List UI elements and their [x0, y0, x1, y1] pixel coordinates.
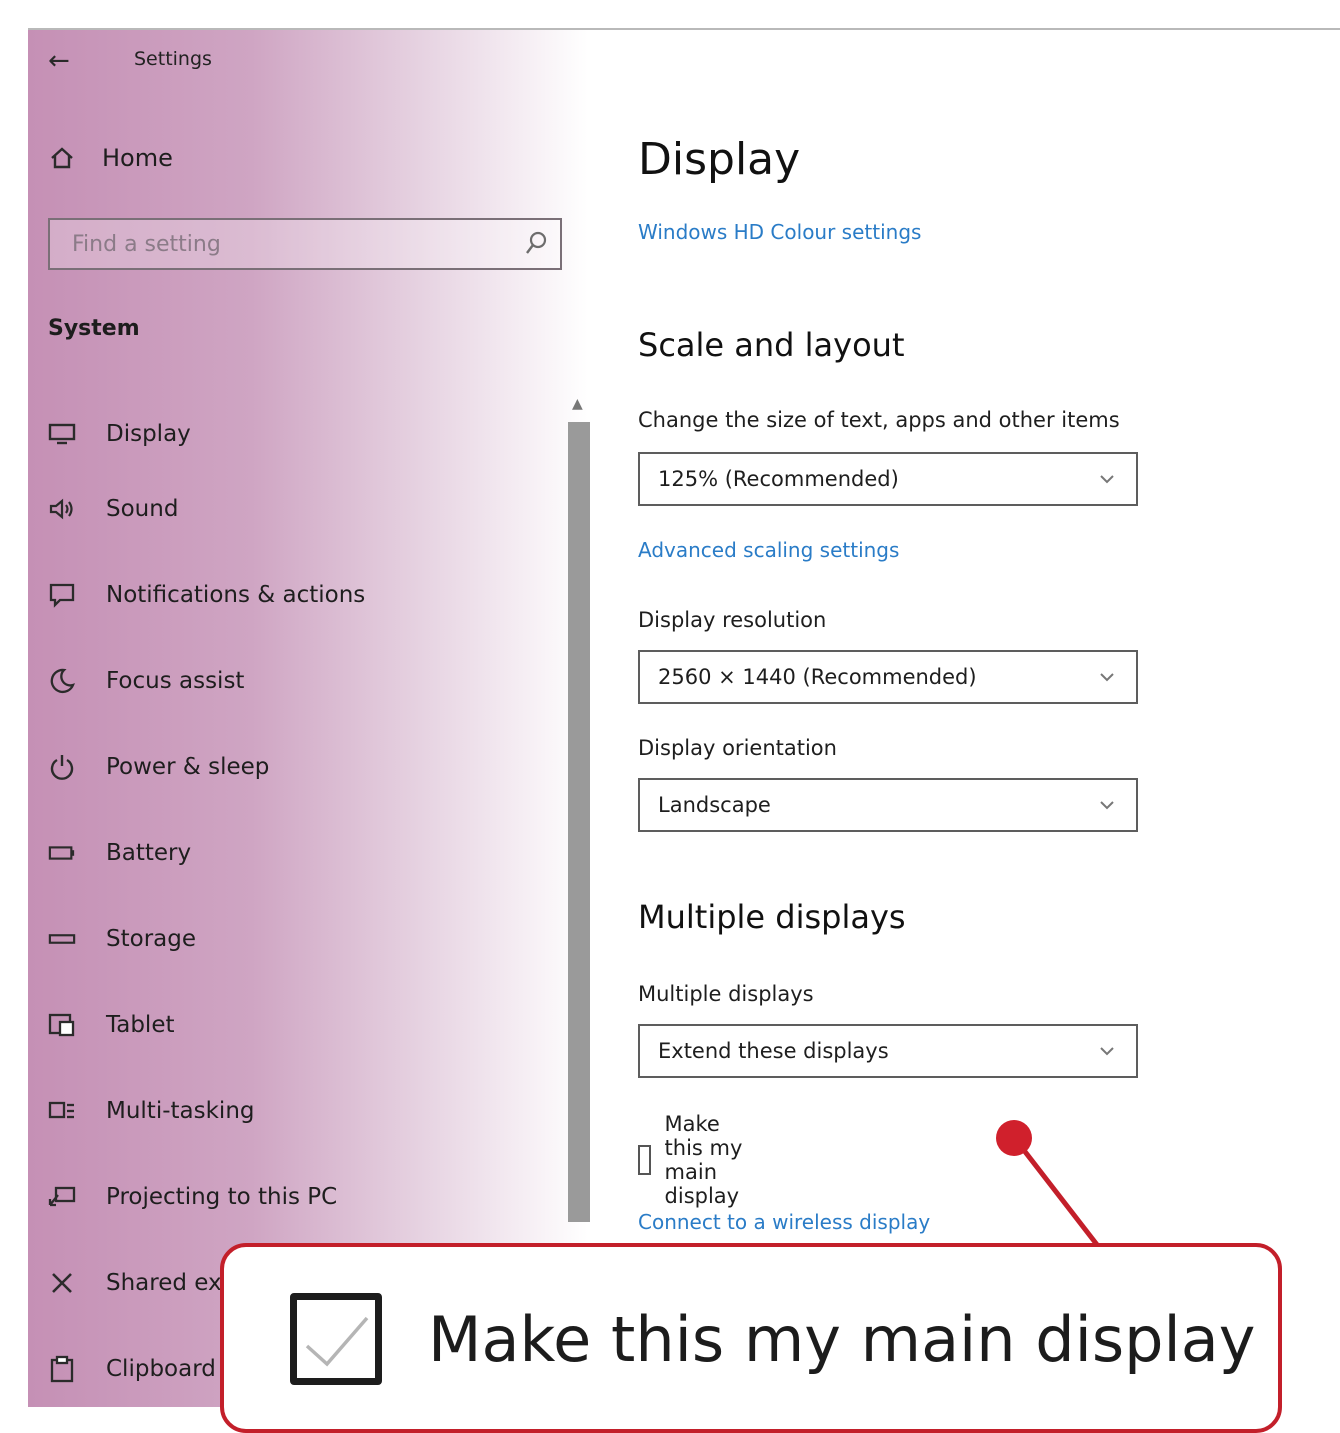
resolution-dropdown-value: 2560 × 1440 (Recommended) — [658, 665, 977, 689]
main-display-checkbox-label: Make this my main display — [664, 1112, 743, 1208]
search-placeholder: Find a setting — [72, 232, 221, 257]
orientation-label: Display orientation — [638, 736, 837, 760]
moon-icon — [48, 667, 76, 695]
sidebar-item-display[interactable]: Display — [48, 402, 365, 466]
sidebar-item-power-sleep[interactable]: Power & sleep — [48, 724, 365, 810]
home-icon — [48, 145, 76, 171]
sidebar-item-label: Projecting to this PC — [106, 1184, 338, 1210]
tablet-icon — [48, 1012, 76, 1038]
multitasking-icon — [48, 1099, 76, 1123]
callout-checkbox — [290, 1293, 382, 1385]
sidebar-item-home[interactable]: Home — [48, 144, 173, 172]
search-input[interactable]: Find a setting — [48, 218, 562, 270]
chevron-down-icon — [1096, 1040, 1118, 1066]
sidebar-scrollbar[interactable] — [568, 422, 590, 1222]
speaker-icon — [48, 497, 76, 521]
sidebar-item-battery[interactable]: Battery — [48, 810, 365, 896]
projecting-icon — [48, 1185, 76, 1209]
main-display-checkbox[interactable] — [638, 1145, 651, 1175]
sidebar: ← Settings Home Find a setting System Di… — [28, 30, 590, 1407]
power-icon — [48, 753, 76, 781]
sidebar-item-label: Storage — [106, 926, 196, 952]
hd-colour-settings-link[interactable]: Windows HD Colour settings — [638, 220, 921, 244]
sidebar-item-sound[interactable]: Sound — [48, 466, 365, 552]
sidebar-item-label: Sound — [106, 496, 179, 522]
resolution-label: Display resolution — [638, 608, 827, 632]
sidebar-item-label: Power & sleep — [106, 754, 270, 780]
sidebar-item-projecting[interactable]: Projecting to this PC — [48, 1154, 365, 1240]
sidebar-item-multitasking[interactable]: Multi-tasking — [48, 1068, 365, 1154]
callout-text: Make this my main display — [428, 1303, 1256, 1376]
sidebar-item-label: Battery — [106, 840, 192, 866]
sidebar-item-label: Multi-tasking — [106, 1098, 255, 1124]
scale-label: Change the size of text, apps and other … — [638, 408, 1120, 432]
multiple-displays-dropdown-value: Extend these displays — [658, 1039, 889, 1063]
shared-icon — [48, 1270, 76, 1296]
main-display-checkbox-row[interactable]: Make this my main display — [638, 1112, 757, 1208]
sidebar-item-label: Shared ex — [106, 1270, 222, 1296]
checkmark-icon — [305, 1316, 369, 1367]
storage-icon — [48, 932, 76, 946]
sidebar-item-label: Display — [106, 421, 191, 447]
scale-dropdown[interactable]: 125% (Recommended) — [638, 452, 1138, 506]
orientation-dropdown-value: Landscape — [658, 793, 771, 817]
chevron-down-icon — [1096, 794, 1118, 820]
search-icon[interactable] — [524, 230, 548, 262]
sidebar-item-storage[interactable]: Storage — [48, 896, 365, 982]
sidebar-item-tablet[interactable]: Tablet — [48, 982, 365, 1068]
monitor-icon — [48, 422, 76, 446]
scale-layout-heading: Scale and layout — [638, 326, 905, 364]
sidebar-item-label: Notifications & actions — [106, 582, 366, 608]
sidebar-item-label: Clipboard — [106, 1356, 216, 1382]
back-arrow-icon[interactable]: ← — [48, 46, 70, 76]
sidebar-item-label: Tablet — [106, 1012, 175, 1038]
sidebar-item-notifications[interactable]: Notifications & actions — [48, 552, 365, 638]
sidebar-item-focus-assist[interactable]: Focus assist — [48, 638, 365, 724]
scroll-up-arrow-icon[interactable]: ▲ — [572, 396, 583, 412]
clipboard-icon — [48, 1355, 76, 1383]
battery-icon — [48, 844, 76, 862]
multiple-displays-dropdown[interactable]: Extend these displays — [638, 1024, 1138, 1078]
window-title: Settings — [134, 48, 212, 70]
settings-window: ← Settings Home Find a setting System Di… — [28, 28, 1340, 1407]
advanced-scaling-link[interactable]: Advanced scaling settings — [638, 538, 899, 562]
section-heading-system: System — [48, 316, 140, 341]
chevron-down-icon — [1096, 666, 1118, 692]
wireless-display-link[interactable]: Connect to a wireless display — [638, 1210, 930, 1234]
page-title: Display — [638, 134, 801, 185]
scale-dropdown-value: 125% (Recommended) — [658, 467, 899, 491]
resolution-dropdown[interactable]: 2560 × 1440 (Recommended) — [638, 650, 1138, 704]
chevron-down-icon — [1096, 468, 1118, 494]
sidebar-item-label: Home — [102, 144, 173, 172]
multiple-displays-label: Multiple displays — [638, 982, 814, 1006]
orientation-dropdown[interactable]: Landscape — [638, 778, 1138, 832]
multiple-displays-heading: Multiple displays — [638, 898, 906, 936]
notification-icon — [48, 582, 76, 608]
sidebar-item-label: Focus assist — [106, 668, 245, 694]
